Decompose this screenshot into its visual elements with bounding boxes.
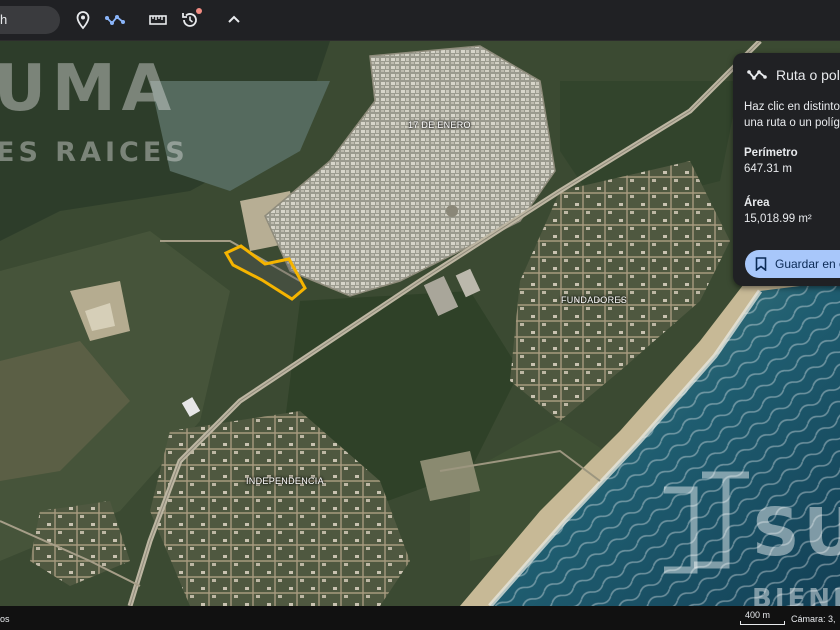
chevron-up-icon[interactable] <box>224 10 244 30</box>
notification-dot <box>196 8 202 14</box>
save-button[interactable]: Guardar en e <box>745 250 840 278</box>
area-label: Área <box>744 197 770 209</box>
status-left-text: os <box>0 614 10 624</box>
search-input[interactable]: h <box>0 6 60 34</box>
location-pin-icon[interactable] <box>73 10 93 30</box>
status-bar: os 400 m Cámara: 3, <box>0 606 840 630</box>
map-label-fundadores: FUNDADORES <box>561 295 628 305</box>
area-value: 15,018.99 m² <box>744 213 812 225</box>
panel-title: Ruta o polí <box>776 67 840 83</box>
help-line-1: Haz clic en distintos <box>744 101 840 113</box>
perimeter-value: 647.31 m <box>744 163 792 175</box>
perimeter-label: Perímetro <box>744 147 798 159</box>
map-label-17-de-enero: 17 DE ENERO <box>408 120 471 130</box>
top-toolbar: h <box>0 0 840 41</box>
panel-help-text: Haz clic en distintos una ruta o un polí… <box>744 99 840 131</box>
camera-altitude: Cámara: 3, <box>791 614 836 624</box>
scale-label: 400 m <box>745 610 771 620</box>
route-icon <box>747 70 767 80</box>
save-button-label: Guardar en e <box>775 257 840 271</box>
watermark-logo-text: SU <box>752 494 840 571</box>
scale-bar <box>740 621 785 625</box>
ruler-icon[interactable] <box>148 10 168 30</box>
measure-panel: Ruta o polí Haz clic en distintos una ru… <box>733 53 840 286</box>
map-label-independencia: INDEPENDENCIA <box>246 476 324 486</box>
watermark-brand-sub: ES RAICES <box>0 137 189 168</box>
help-line-2: una ruta o un polígo <box>744 117 840 129</box>
bookmark-icon <box>755 257 767 271</box>
watermark-brand-top: UMA <box>0 52 178 126</box>
route-icon[interactable] <box>104 10 126 30</box>
history-icon[interactable] <box>180 8 202 30</box>
panel-header: Ruta o polí <box>747 67 840 83</box>
